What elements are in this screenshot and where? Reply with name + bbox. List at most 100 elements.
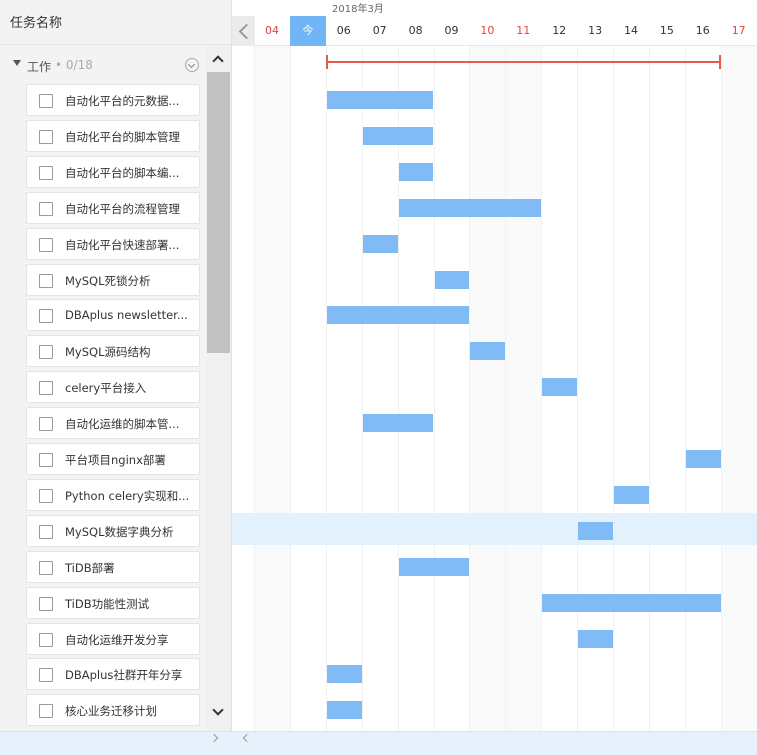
task-card[interactable]: DBAplus社群开年分享	[26, 658, 200, 691]
task-card[interactable]: DBAplus newsletter...	[26, 299, 200, 332]
task-card[interactable]: 自动化平台的元数据...	[26, 84, 200, 116]
grid-line	[577, 46, 579, 731]
task-bar[interactable]	[578, 521, 613, 540]
task-bar[interactable]	[362, 414, 434, 433]
task-card[interactable]: 自动化平台快速部署...	[26, 227, 200, 260]
task-checkbox[interactable]	[39, 237, 53, 252]
date-cell: 08	[408, 24, 423, 37]
task-checkbox[interactable]	[39, 596, 53, 611]
grid-line	[397, 46, 399, 731]
task-checkbox[interactable]	[39, 309, 53, 324]
grid-line	[505, 46, 507, 731]
task-label: MySQL源码结构	[65, 345, 151, 360]
weekend-shade	[469, 46, 506, 731]
date-cell: 11	[516, 24, 531, 37]
task-card[interactable]: MySQL死锁分析	[26, 263, 200, 296]
task-bar[interactable]	[362, 126, 434, 145]
task-checkbox[interactable]	[39, 165, 53, 180]
task-label: DBAplus社群开年分享	[65, 668, 183, 683]
task-card[interactable]: 自动化运维开发分享	[26, 622, 200, 655]
task-checkbox[interactable]	[39, 560, 53, 575]
task-label: DBAplus newsletter...	[65, 308, 188, 323]
task-label: 自动化运维开发分享	[65, 632, 169, 647]
task-card[interactable]: TiDB部署	[26, 550, 200, 583]
task-label: 自动化平台的脚本编...	[65, 165, 180, 180]
vertical-scrollbar[interactable]	[206, 46, 231, 731]
task-label: 核心业务迁移计划	[65, 704, 157, 719]
task-checkbox[interactable]	[39, 704, 53, 719]
collapse-circle-icon[interactable]	[185, 58, 199, 72]
task-label: TiDB功能性测试	[65, 596, 150, 611]
task-card[interactable]: 平台项目nginx部署	[26, 443, 200, 475]
scroll-down-button[interactable]	[206, 700, 231, 726]
scroll-right-icon[interactable]	[242, 733, 252, 743]
task-checkbox[interactable]	[39, 201, 53, 216]
group-header[interactable]: 工作 • 0/18	[0, 54, 205, 76]
caret-down-icon[interactable]	[13, 60, 21, 66]
summary-line	[326, 61, 720, 63]
task-card[interactable]: 核心业务迁移计划	[26, 694, 200, 727]
scroll-up-button[interactable]	[206, 46, 231, 72]
weekend-shade	[720, 46, 757, 731]
task-bar[interactable]	[326, 701, 362, 720]
task-bar[interactable]	[685, 450, 721, 468]
task-checkbox[interactable]	[39, 273, 53, 288]
task-checkbox[interactable]	[39, 345, 53, 360]
task-list-pane: 任务名称 工作 • 0/18 自动化平台的元数据... 自动化平台的脚本管理 自动化…	[0, 0, 232, 731]
task-card[interactable]: MySQL源码结构	[26, 335, 200, 368]
grid-line	[648, 46, 650, 731]
task-checkbox[interactable]	[39, 381, 53, 396]
scroll-thumb[interactable]	[207, 72, 230, 353]
task-bar[interactable]	[434, 270, 470, 289]
grid-line	[433, 46, 435, 731]
task-card[interactable]: MySQL数据字典分析	[26, 514, 200, 547]
task-bar[interactable]	[326, 306, 470, 325]
date-cell: 15	[659, 24, 674, 37]
task-card[interactable]: 自动化平台的流程管理	[26, 191, 200, 224]
grid-line	[289, 46, 291, 731]
group-count: • 0/18	[55, 58, 93, 72]
task-checkbox[interactable]	[39, 129, 53, 144]
task-checkbox[interactable]	[39, 417, 53, 432]
task-card[interactable]: Python celery实现和...	[26, 478, 200, 511]
task-checkbox[interactable]	[39, 94, 53, 108]
task-card[interactable]: 自动化运维的脚本管...	[26, 407, 200, 440]
task-checkbox[interactable]	[39, 632, 53, 647]
task-bar[interactable]	[578, 629, 613, 648]
horizontal-scrollbar[interactable]	[0, 731, 757, 755]
task-checkbox[interactable]	[39, 453, 53, 467]
task-card[interactable]: celery平台接入	[26, 371, 200, 404]
date-header-row: 04 今 06 07 08 09 10 11 12 13 14 15 16 17	[232, 16, 757, 46]
task-column-title: 任务名称	[10, 16, 63, 31]
task-label: 平台项目nginx部署	[65, 453, 166, 467]
date-cell: 07	[372, 24, 387, 37]
task-bar[interactable]	[470, 342, 506, 361]
scroll-left-icon[interactable]	[209, 733, 219, 743]
summary-endcap	[325, 55, 328, 69]
task-label: MySQL数据字典分析	[65, 524, 174, 539]
gantt-app: 任务名称 工作 • 0/18 自动化平台的元数据... 自动化平台的脚本管理 自动化…	[0, 0, 757, 755]
task-card[interactable]: 自动化平台的脚本管理	[26, 119, 200, 152]
task-bar[interactable]	[614, 485, 649, 504]
date-cell: 09	[444, 24, 459, 37]
task-card[interactable]: TiDB功能性测试	[26, 586, 200, 619]
task-bar[interactable]	[362, 234, 398, 253]
selected-row-highlight	[232, 512, 757, 545]
date-cell: 14	[624, 24, 638, 37]
date-cell: 13	[588, 24, 603, 37]
task-bar[interactable]	[398, 198, 542, 217]
month-label: 2018年3月	[332, 4, 384, 15]
task-bar[interactable]	[326, 665, 362, 684]
chevron-left-icon[interactable]	[232, 16, 255, 46]
task-bar[interactable]	[542, 378, 578, 397]
task-checkbox[interactable]	[39, 488, 53, 503]
task-checkbox[interactable]	[39, 668, 53, 683]
task-card[interactable]: 自动化平台的脚本编...	[26, 155, 200, 188]
task-bar[interactable]	[398, 557, 470, 576]
task-bar[interactable]	[542, 593, 721, 612]
task-bar[interactable]	[326, 91, 434, 109]
grid-line	[325, 46, 327, 731]
task-label: 自动化平台快速部署...	[65, 237, 180, 252]
task-checkbox[interactable]	[39, 524, 53, 539]
task-bar[interactable]	[398, 162, 434, 181]
